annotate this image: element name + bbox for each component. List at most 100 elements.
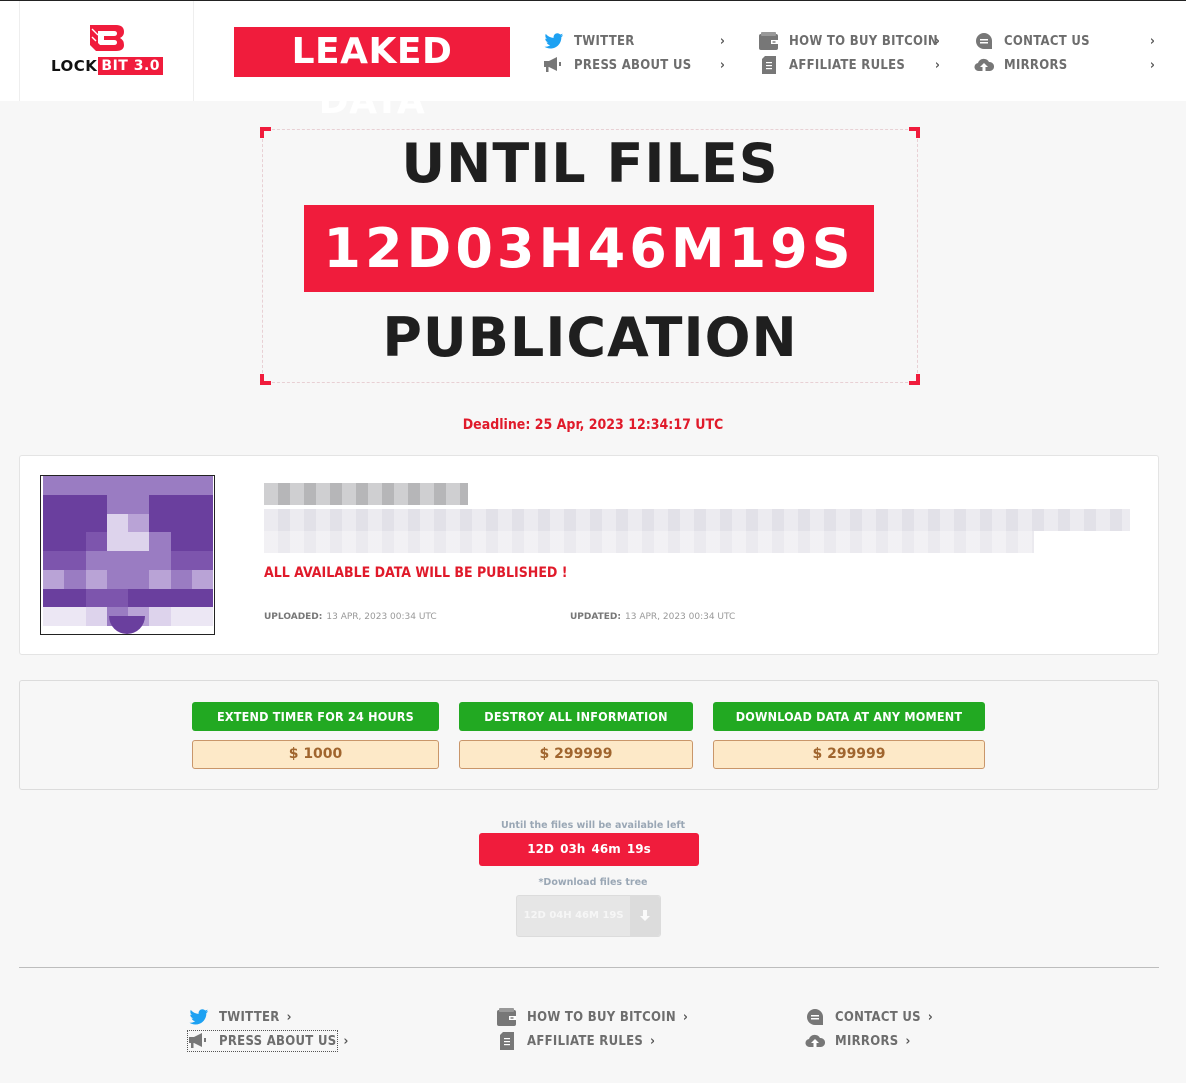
logo-badge: BIT 3.0 xyxy=(98,57,164,75)
logo[interactable]: LOCK BIT 3.0 xyxy=(19,1,194,101)
mosaic-tile xyxy=(128,532,150,551)
mosaic-tile xyxy=(85,607,107,626)
mosaic-tile xyxy=(170,476,192,495)
mosaic-tile xyxy=(64,494,86,514)
nav-contact-us[interactable]: CONTACT US › xyxy=(974,31,1155,51)
mosaic-tile xyxy=(43,569,65,589)
cloud-upload-icon xyxy=(974,56,994,74)
mosaic-tile xyxy=(149,607,171,626)
frame-corner xyxy=(260,374,271,385)
action-extend-timer: EXTEND TIMER FOR 24 HOURS $ 1000 xyxy=(192,702,439,769)
files-tree-label: *Download files tree xyxy=(538,877,648,888)
mosaic-tile xyxy=(170,513,192,533)
mosaic-tile xyxy=(128,569,150,589)
footer-affiliate-rules[interactable]: AFFILIATE RULES › xyxy=(497,1031,655,1051)
mosaic-tile xyxy=(85,551,107,570)
mosaic-tile xyxy=(191,494,213,514)
pixelated-logo xyxy=(43,476,213,626)
footer-label: PRESS ABOUT US xyxy=(219,1033,337,1049)
destroy-information-price: $ 299999 xyxy=(459,740,693,769)
countdown-timer: 12D03H46M19S xyxy=(304,205,874,292)
page-title: LEAKED DATA xyxy=(234,27,510,122)
nav-press-about-us[interactable]: PRESS ABOUT US › xyxy=(544,55,725,75)
mosaic-tile xyxy=(64,551,86,570)
mosaic-tile xyxy=(64,513,86,533)
document-icon xyxy=(497,1032,517,1050)
mosaic-tile xyxy=(43,476,65,495)
mosaic-tile xyxy=(64,607,86,626)
site-header: LOCK BIT 3.0 LEAKED DATA TWITTER › PRESS … xyxy=(0,1,1186,122)
nav-how-to-buy-bitcoin[interactable]: HOW TO BUY BITCOIN › xyxy=(759,31,940,51)
mosaic-tile xyxy=(191,513,213,533)
footer-how-to-buy-bitcoin[interactable]: HOW TO BUY BITCOIN › xyxy=(497,1007,688,1027)
mosaic-tile xyxy=(149,494,171,514)
mosaic-tile xyxy=(128,476,150,495)
footer-label: HOW TO BUY BITCOIN xyxy=(527,1009,676,1025)
redacted-title xyxy=(264,483,468,505)
ransom-actions-panel: EXTEND TIMER FOR 24 HOURS $ 1000 DESTROY… xyxy=(19,680,1159,790)
mosaic-tile xyxy=(85,513,107,533)
countdown-heading-top: UNTIL FILES xyxy=(401,132,779,195)
mosaic-tile xyxy=(64,588,86,608)
chevron-right-icon: › xyxy=(343,1033,349,1049)
wallet-icon xyxy=(759,32,779,50)
mosaic-tile xyxy=(106,532,128,551)
mosaic-tile xyxy=(106,588,128,608)
download-files-tree-button[interactable]: 12D 04H 46M 19S xyxy=(516,895,661,937)
megaphone-icon xyxy=(544,56,564,74)
chevron-right-icon: › xyxy=(682,1009,689,1025)
mosaic-tile xyxy=(191,607,213,626)
nav-mirrors[interactable]: MIRRORS › xyxy=(974,55,1155,75)
mosaic-tile xyxy=(85,569,107,589)
footer-label: AFFILIATE RULES xyxy=(527,1033,644,1049)
mosaic-tile xyxy=(170,494,192,514)
nav-label: TWITTER xyxy=(574,33,635,49)
destroy-information-button[interactable]: DESTROY ALL INFORMATION xyxy=(459,702,693,731)
frame-corner xyxy=(909,374,920,385)
footer-mirrors[interactable]: MIRRORS › xyxy=(805,1031,911,1051)
logo-wordmark: LOCK BIT 3.0 xyxy=(51,57,164,75)
mosaic-tile xyxy=(170,532,192,551)
uploaded-label: UPLOADED: xyxy=(264,612,323,622)
availability-timer: 12D 03h 46m 19s xyxy=(479,833,699,866)
nav-label: PRESS ABOUT US xyxy=(574,57,692,73)
uploaded-value: 13 APR, 2023 00:34 UTC xyxy=(326,612,437,622)
download-arrow-icon xyxy=(630,896,660,936)
wallet-icon xyxy=(497,1008,517,1026)
mosaic-tile xyxy=(191,569,213,589)
mosaic-tile xyxy=(64,532,86,551)
publish-warning: ALL AVAILABLE DATA WILL BE PUBLISHED ! xyxy=(264,565,568,581)
chevron-right-icon: › xyxy=(927,1009,934,1025)
mosaic-tile xyxy=(128,513,150,533)
twitter-icon xyxy=(189,1008,209,1026)
twitter-icon xyxy=(544,32,564,50)
mosaic-tile xyxy=(149,476,171,495)
availability-label: Until the files will be available left xyxy=(500,820,686,831)
mosaic-tile xyxy=(106,494,128,514)
download-data-button[interactable]: DOWNLOAD DATA AT ANY MOMENT xyxy=(713,702,985,731)
mosaic-tile xyxy=(128,494,150,514)
updated-meta: UPDATED: 13 APR, 2023 00:34 UTC xyxy=(570,612,735,622)
extend-timer-button[interactable]: EXTEND TIMER FOR 24 HOURS xyxy=(192,702,439,731)
victim-post-card: ALL AVAILABLE DATA WILL BE PUBLISHED ! U… xyxy=(19,455,1159,655)
mosaic-tile xyxy=(191,532,213,551)
action-download-data: DOWNLOAD DATA AT ANY MOMENT $ 299999 xyxy=(713,702,985,769)
redacted-description xyxy=(264,509,1130,531)
deadline-text: Deadline: 25 Apr, 2023 12:34:17 UTC xyxy=(462,417,724,433)
footer-contact-us[interactable]: CONTACT US › xyxy=(805,1007,933,1027)
action-destroy-information: DESTROY ALL INFORMATION $ 299999 xyxy=(459,702,693,769)
updated-value: 13 APR, 2023 00:34 UTC xyxy=(625,612,736,622)
footer-press-about-us[interactable]: PRESS ABOUT US › xyxy=(186,1030,349,1052)
logo-word: LOCK xyxy=(51,57,98,75)
footer-twitter[interactable]: TWITTER › xyxy=(189,1007,292,1027)
footer-label: CONTACT US xyxy=(835,1009,921,1025)
mosaic-tile xyxy=(43,532,65,551)
chevron-right-icon: › xyxy=(720,57,726,73)
chevron-right-icon: › xyxy=(1150,57,1156,73)
chat-icon xyxy=(805,1008,825,1026)
nav-twitter[interactable]: TWITTER › xyxy=(544,31,725,51)
mosaic-tile xyxy=(85,588,107,608)
nav-affiliate-rules[interactable]: AFFILIATE RULES › xyxy=(759,55,940,75)
mosaic-tile xyxy=(149,513,171,533)
download-data-price: $ 299999 xyxy=(713,740,985,769)
